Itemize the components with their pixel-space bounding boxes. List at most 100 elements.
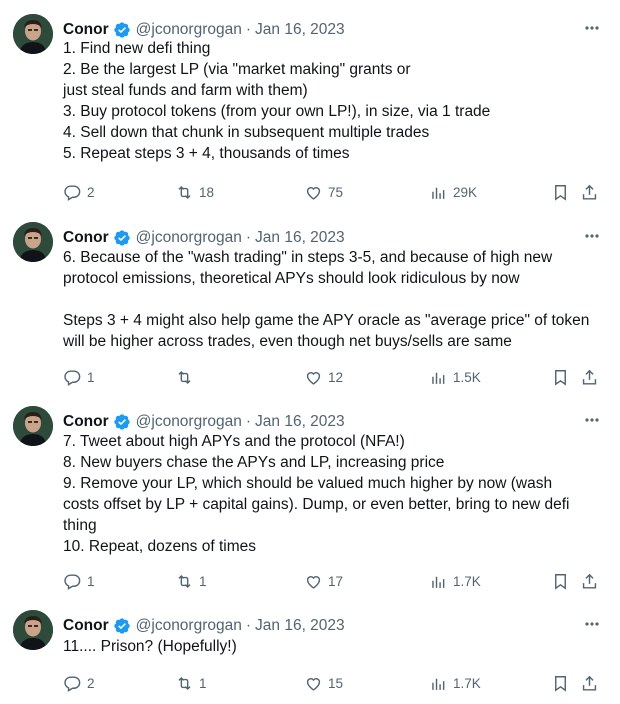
- reply-count: 2: [87, 675, 95, 691]
- separator-dot: ·: [245, 413, 252, 430]
- verified-badge-icon: [113, 22, 130, 38]
- author-handle[interactable]: @jconorgrogan: [136, 229, 242, 247]
- author-name[interactable]: Conor: [63, 413, 109, 431]
- tweet-text-line: 8. New buyers chase the APYs and LP, inc…: [63, 454, 445, 471]
- bookmark-button[interactable]: [551, 570, 570, 592]
- avatar[interactable]: [13, 222, 53, 262]
- like-count: 12: [328, 369, 344, 385]
- bookmark-button[interactable]: [551, 366, 570, 388]
- share-button[interactable]: [580, 570, 599, 592]
- bookmark-icon: [555, 675, 566, 692]
- share-icon: [582, 675, 597, 691]
- avatar-image: [13, 222, 53, 262]
- verified-badge-icon: [113, 414, 130, 430]
- views-button[interactable]: 29K: [429, 181, 477, 203]
- like-button[interactable]: 15: [304, 672, 343, 694]
- reply-icon: [64, 675, 81, 692]
- retweet-button[interactable]: 18: [175, 181, 214, 203]
- reply-count: 1: [87, 369, 95, 385]
- like-count: 15: [328, 675, 344, 691]
- retweet-count: 18: [199, 184, 215, 200]
- like-button[interactable]: 17: [304, 570, 343, 592]
- retweet-button[interactable]: 1: [175, 672, 207, 694]
- retweet-button[interactable]: 1: [175, 570, 207, 592]
- tweet-date[interactable]: Jan 16, 2023: [255, 617, 345, 635]
- retweet-icon: [178, 574, 191, 588]
- tweet-text-line: Steps 3 + 4 might also help game the APY…: [63, 312, 590, 329]
- views-button[interactable]: 1.5K: [429, 366, 481, 388]
- more-button[interactable]: [560, 226, 620, 246]
- avatar[interactable]: [13, 610, 53, 650]
- tweet-actions: 1 12 1.5K: [63, 366, 603, 388]
- bookmark-icon: [555, 573, 566, 590]
- author-handle[interactable]: @jconorgrogan: [136, 413, 242, 431]
- more-button[interactable]: [560, 410, 620, 430]
- separator-dot: ·: [245, 617, 252, 634]
- share-button[interactable]: [580, 672, 599, 694]
- tweet-text-line: 10. Repeat, dozens of times: [63, 538, 257, 555]
- like-icon: [306, 575, 321, 589]
- more-icon[interactable]: [582, 616, 602, 632]
- reply-button[interactable]: 1: [63, 570, 95, 592]
- retweet-button[interactable]: [175, 366, 199, 388]
- tweet-text-line: [63, 289, 589, 310]
- avatar[interactable]: [13, 406, 53, 446]
- like-count: 17: [328, 573, 344, 589]
- more-button[interactable]: [560, 614, 620, 634]
- tweet-date[interactable]: Jan 16, 2023: [255, 21, 345, 39]
- tweet-text: 1. Find new defi thing 2. Be the largest …: [63, 38, 490, 164]
- tweet-text-line: 5. Repeat steps 3 + 4, thousands of time…: [63, 145, 350, 162]
- like-count: 75: [328, 184, 344, 200]
- views-count: 1.5K: [453, 369, 481, 385]
- views-icon: [432, 372, 445, 384]
- tweet-text-line: 2. Be the largest LP (via "market making…: [63, 61, 411, 78]
- tweet-text-line: 3. Buy protocol tokens (from your own LP…: [63, 103, 491, 120]
- reply-button[interactable]: 2: [63, 181, 95, 203]
- tweet-header: Conor @jconorgrogan · Jan 16, 2023: [63, 614, 345, 638]
- more-icon[interactable]: [582, 412, 602, 428]
- views-icon: [432, 678, 445, 690]
- views-count: 1.7K: [453, 573, 481, 589]
- share-button[interactable]: [580, 181, 599, 203]
- tweet-text: 11.... Prison? (Hopefully!): [63, 636, 237, 657]
- bookmark-button[interactable]: [551, 672, 570, 694]
- verified-badge-icon: [113, 230, 130, 246]
- avatar-image: [13, 14, 53, 54]
- like-icon: [306, 186, 321, 200]
- tweet-text: 6. Because of the "wash trading" in step…: [63, 247, 589, 352]
- reply-button[interactable]: 2: [63, 672, 95, 694]
- share-button[interactable]: [580, 366, 599, 388]
- views-button[interactable]: 1.7K: [429, 570, 481, 592]
- reply-button[interactable]: 1: [63, 366, 95, 388]
- like-button[interactable]: 12: [304, 366, 343, 388]
- share-icon: [582, 573, 597, 589]
- author-name[interactable]: Conor: [63, 617, 109, 635]
- tweet-date[interactable]: Jan 16, 2023: [255, 229, 345, 247]
- tweet-text-line: 9. Remove your LP, which should be value…: [63, 475, 553, 492]
- author-name[interactable]: Conor: [63, 229, 109, 247]
- more-button[interactable]: [560, 18, 620, 38]
- tweet-text-line: protocol emissions, theoretical APYs sho…: [63, 270, 520, 287]
- more-icon[interactable]: [582, 228, 602, 244]
- reply-count: 2: [87, 184, 95, 200]
- tweet-text: 7. Tweet about high APYs and the protoco…: [63, 431, 569, 557]
- author-name[interactable]: Conor: [63, 21, 109, 39]
- views-count: 1.7K: [453, 675, 481, 691]
- tweet-actions: 2 18 75 29K: [63, 181, 603, 203]
- bookmark-button[interactable]: [551, 181, 570, 203]
- like-button[interactable]: 75: [304, 181, 343, 203]
- retweet-count: 1: [199, 675, 207, 691]
- reply-count: 1: [87, 573, 95, 589]
- reply-icon: [64, 369, 81, 386]
- author-handle[interactable]: @jconorgrogan: [136, 21, 242, 39]
- tweet-text-line: just steal funds and farm with them): [63, 82, 308, 99]
- tweet-date[interactable]: Jan 16, 2023: [255, 413, 345, 431]
- more-icon[interactable]: [582, 20, 602, 36]
- retweet-icon: [178, 676, 191, 690]
- tweet-text-line: costs offset by LP + capital gains). Dum…: [63, 496, 570, 513]
- retweet-count: 1: [199, 573, 207, 589]
- views-button[interactable]: 1.7K: [429, 672, 481, 694]
- avatar[interactable]: [13, 14, 53, 54]
- views-icon: [432, 576, 445, 588]
- author-handle[interactable]: @jconorgrogan: [136, 617, 242, 635]
